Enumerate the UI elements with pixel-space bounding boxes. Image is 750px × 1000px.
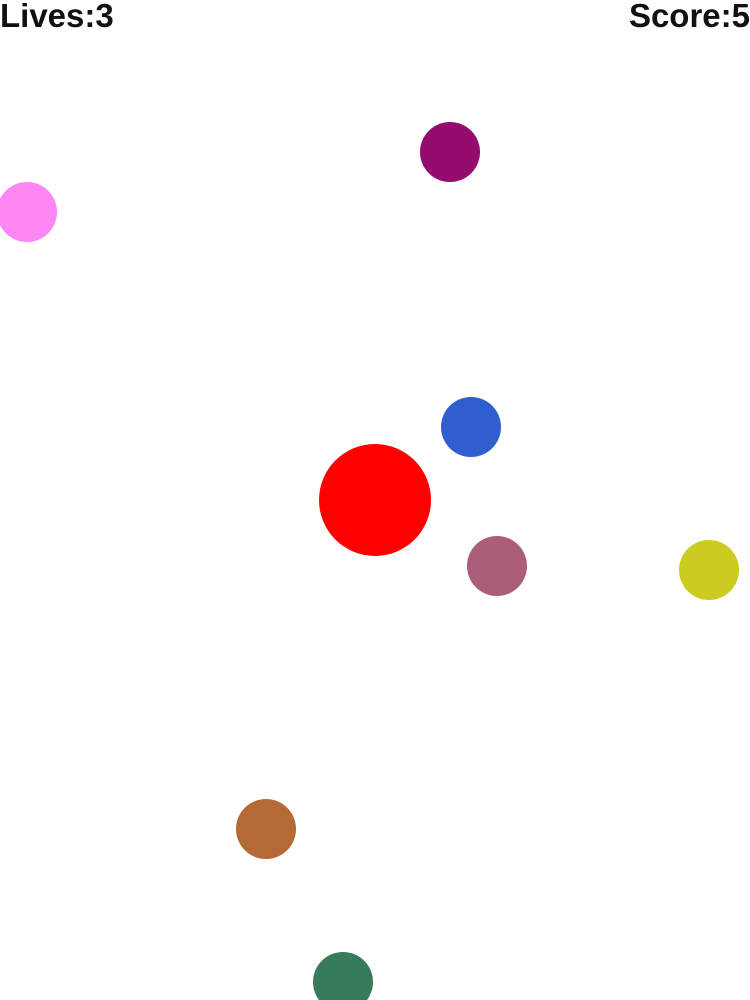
ball-yellow [679, 540, 739, 600]
ball-mauve [467, 536, 527, 596]
ball-blue [441, 397, 501, 457]
score-counter: Score:5 [628, 0, 750, 34]
player-ball[interactable] [319, 444, 431, 556]
ball-magenta [420, 122, 480, 182]
ball-orange [236, 799, 296, 859]
game-canvas[interactable]: Lives:3 Score:5 [0, 0, 750, 1000]
ball-pink [0, 182, 57, 242]
ball-green [313, 952, 373, 1000]
lives-counter: Lives:3 [0, 0, 114, 34]
